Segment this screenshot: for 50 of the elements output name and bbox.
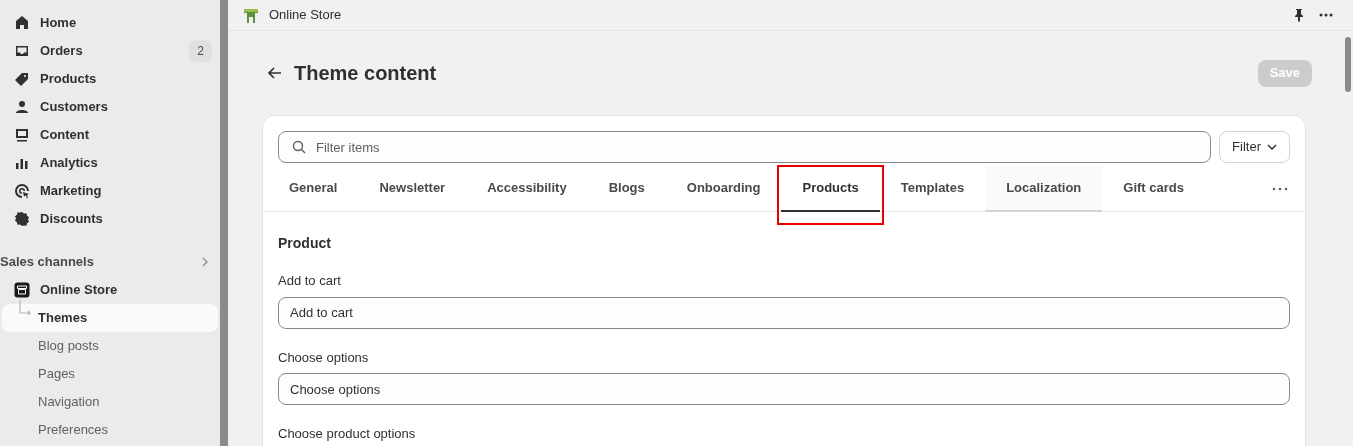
tab[interactable]: Localization	[985, 165, 1103, 212]
home-icon	[14, 15, 30, 31]
text-field[interactable]: Add to cart	[278, 296, 1290, 329]
more-tabs-icon[interactable]	[1272, 186, 1288, 191]
sidebar-item[interactable]: Marketing	[2, 177, 218, 205]
storefront-icon	[14, 282, 30, 298]
section-heading[interactable]: Sales channels	[0, 252, 94, 272]
tab[interactable]: Products	[781, 165, 880, 212]
count-badge: 2	[189, 40, 212, 62]
sidebar-subitem[interactable]: Navigation	[2, 388, 218, 416]
pin-icon[interactable]	[1293, 8, 1305, 22]
sidebar-item[interactable]: Home	[2, 9, 218, 37]
search-icon	[292, 140, 306, 154]
filter-button[interactable]: Filter	[1219, 131, 1290, 163]
more-icon[interactable]	[1319, 13, 1333, 17]
tab[interactable]: Gift cards	[1102, 165, 1205, 212]
search-field[interactable]: Filter items	[278, 131, 1212, 163]
sidebar-item[interactable]: Discounts	[2, 205, 218, 233]
sidebar-subitem[interactable]: Preferences	[2, 416, 218, 444]
sidebar-item[interactable]: Orders 2	[2, 37, 218, 65]
inbox-icon	[14, 43, 30, 59]
field-label: Choose product options	[278, 425, 417, 443]
sidebar-subitem[interactable]: Blog posts	[2, 332, 218, 360]
sidebar-item[interactable]: Products	[2, 65, 218, 93]
sidebar-subitem[interactable]: Pages	[2, 360, 218, 388]
sidebar-item[interactable]: Content	[2, 121, 218, 149]
field-label: Add to cart	[278, 272, 342, 290]
sidebar-item[interactable]: Customers	[2, 93, 218, 121]
tree-connector-icon	[19, 300, 33, 318]
field-label: Choose options	[278, 348, 370, 367]
monitor-icon	[14, 127, 30, 143]
page-title: Theme content	[294, 61, 437, 86]
app-title: Online Store	[269, 6, 342, 25]
target-icon	[14, 183, 30, 199]
tab[interactable]: Accessibility	[466, 165, 588, 212]
tab[interactable]: Templates	[879, 165, 986, 212]
sidebar-item[interactable]: Analytics	[2, 149, 218, 177]
tab[interactable]: Onboarding	[665, 165, 782, 212]
section-title: Product	[278, 234, 332, 253]
chevron-right-icon[interactable]	[202, 257, 208, 267]
tab[interactable]: General	[268, 165, 359, 212]
text-field[interactable]: Choose options	[278, 373, 1290, 405]
tab[interactable]: Blogs	[587, 165, 666, 212]
sidebar-item[interactable]: Online Store	[2, 276, 218, 304]
discount-badge-icon	[14, 211, 30, 227]
tab[interactable]: Newsletter	[358, 165, 467, 212]
person-icon	[14, 99, 30, 115]
back-arrow-icon[interactable]	[268, 67, 282, 79]
tag-icon	[14, 71, 30, 87]
chevron-down-icon	[1267, 144, 1277, 150]
